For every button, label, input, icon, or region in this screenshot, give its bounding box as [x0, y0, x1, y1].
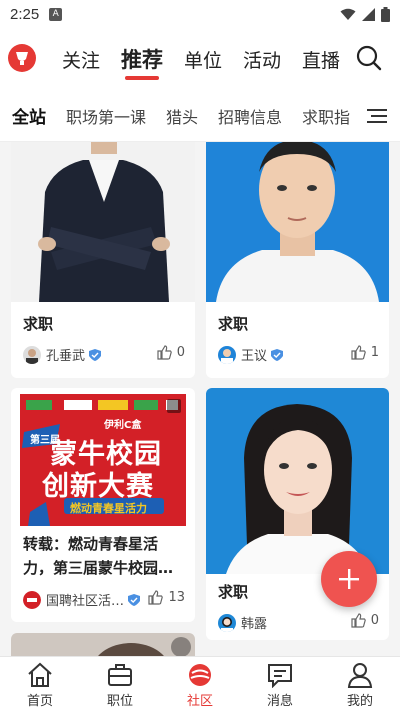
signal-icon [362, 7, 375, 21]
author-name: 国聘社区活… [46, 594, 125, 609]
poster-tag: 伊利C盒 [104, 420, 142, 431]
verified-badge-icon [89, 348, 102, 361]
tab-follow[interactable]: 关注 [62, 28, 100, 90]
user-icon [347, 663, 373, 688]
post-author[interactable]: 孔垂武 [23, 345, 102, 364]
like-count: 0 [176, 345, 185, 360]
nav-community-label: 社区 [186, 694, 213, 709]
like-button[interactable]: 0 [157, 345, 185, 360]
like-button[interactable]: 1 [351, 345, 379, 360]
post-card[interactable]: 求职 孔垂武 0 [11, 142, 195, 378]
wifi-icon [340, 8, 356, 20]
subtab-recruitment[interactable]: 招聘信息 [218, 104, 282, 128]
author-name: 孔垂武 [46, 349, 86, 364]
avatar [23, 590, 41, 609]
category-tabs: 全站 职场第一课 猎头 招聘信息 求职指 [0, 90, 400, 142]
subtab-career-lesson[interactable]: 职场第一课 [66, 104, 146, 128]
menu-icon [367, 109, 387, 123]
avatar [23, 345, 41, 364]
main-tabs: 关注 推荐 单位 活动 直播 [62, 28, 361, 90]
like-count: 0 [370, 613, 379, 628]
poster-line2: 创新大赛 [42, 471, 154, 502]
nav-messages[interactable]: 消息 [240, 657, 320, 711]
verified-badge-icon [128, 593, 141, 606]
post-author[interactable]: 王议 [218, 345, 284, 364]
post-title: 求职 [218, 583, 249, 601]
nav-home[interactable]: 首页 [0, 657, 80, 711]
nav-community[interactable]: 社区 [160, 657, 240, 711]
subtab-job-guide[interactable]: 求职指 [302, 104, 350, 128]
like-count: 13 [168, 590, 185, 605]
post-card[interactable] [11, 633, 195, 656]
app-logo-icon[interactable] [8, 44, 36, 72]
verified-badge-icon [271, 348, 284, 361]
community-icon [189, 664, 211, 686]
avatar [218, 613, 236, 632]
poster-line3: 燃动青春星活力 [70, 502, 147, 515]
nav-home-label: 首页 [26, 694, 53, 709]
post-card[interactable]: 第三届 伊利C盒 蒙牛校园 创新大赛 燃动青春星活力 转载：燃动青春星活力，第三… [11, 388, 195, 622]
tab-units[interactable]: 单位 [184, 28, 222, 90]
article-type-icon [167, 399, 181, 413]
tab-live[interactable]: 直播 [302, 28, 340, 90]
top-header: 关注 推荐 单位 活动 直播 [0, 28, 400, 90]
thumbs-up-icon [351, 613, 366, 628]
like-button[interactable]: 0 [351, 613, 379, 628]
author-name: 韩露 [241, 617, 268, 632]
thumbs-up-icon [148, 590, 164, 605]
home-icon [28, 662, 52, 687]
search-icon[interactable] [356, 45, 382, 71]
post-author[interactable]: 韩露 [218, 613, 267, 632]
post-image [206, 388, 389, 574]
nav-jobs[interactable]: 职位 [80, 657, 160, 711]
post-image [206, 142, 389, 302]
post-image [11, 633, 195, 656]
post-image: 第三届 伊利C盒 蒙牛校园 创新大赛 燃动青春星活力 [20, 394, 186, 526]
post-author[interactable]: 国聘社区活… [23, 590, 141, 609]
avatar [218, 345, 236, 364]
status-time: 2:25 [10, 5, 40, 23]
message-icon [268, 664, 292, 688]
status-bar: 2:25 A [0, 0, 400, 28]
nav-profile-label: 我的 [346, 694, 373, 709]
post-card[interactable]: 求职 王议 1 [206, 142, 389, 378]
subtab-headhunter[interactable]: 猎头 [166, 104, 198, 128]
post-image [11, 142, 195, 302]
subtab-all[interactable]: 全站 [12, 103, 46, 128]
plus-icon [339, 569, 359, 589]
tab-activities[interactable]: 活动 [243, 28, 281, 90]
nav-profile[interactable]: 我的 [320, 657, 400, 711]
notification-icon: A [49, 7, 63, 21]
post-title: 求职 [23, 315, 54, 333]
bottom-navigation: 首页 职位 社区 消息 我的 [0, 656, 400, 711]
briefcase-icon [108, 664, 132, 686]
tab-recommend[interactable]: 推荐 [121, 28, 163, 90]
nav-jobs-label: 职位 [106, 694, 133, 709]
create-post-button[interactable] [321, 551, 377, 607]
thumbs-up-icon [157, 345, 172, 360]
battery-icon [381, 6, 390, 22]
thumbs-up-icon [351, 345, 366, 360]
more-categories-button[interactable] [354, 90, 400, 141]
post-title: 求职 [218, 315, 249, 333]
like-count: 1 [370, 345, 379, 360]
post-title: 转载：燃动青春星活力，第三届蒙牛校园… [23, 535, 174, 577]
author-name: 王议 [241, 349, 268, 364]
like-button[interactable]: 13 [148, 590, 185, 605]
nav-messages-label: 消息 [266, 694, 293, 709]
